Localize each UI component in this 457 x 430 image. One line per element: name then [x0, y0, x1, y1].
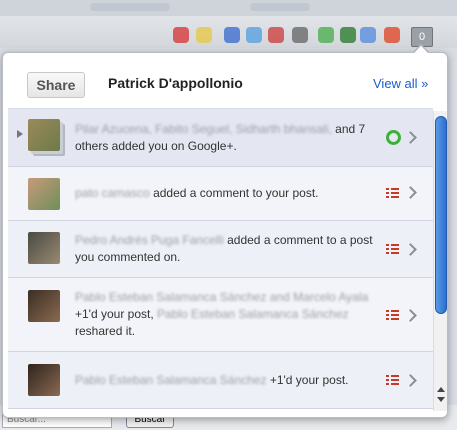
- notification-text: Pablo Esteban Salamanca Sánchez and Marc…: [75, 289, 373, 340]
- notification-text: Pilar Azucena, Fabito Seguel, Sidharth b…: [75, 121, 373, 155]
- extension-icon[interactable]: [360, 27, 376, 43]
- scrollbar-thumb[interactable]: [435, 116, 447, 314]
- notification-text: Pablo Esteban Salamanca Sánchez +1'd you…: [75, 372, 373, 389]
- extension-icon[interactable]: [268, 27, 284, 43]
- notification-message-secondary: reshared it.: [75, 324, 136, 338]
- view-all-link[interactable]: View all »: [373, 76, 428, 91]
- expand-caret-icon[interactable]: [17, 130, 23, 138]
- notification-list: Pilar Azucena, Fabito Seguel, Sidharth b…: [8, 108, 433, 417]
- avatar: [28, 232, 60, 264]
- blurred-tab: [250, 3, 310, 11]
- notification-actors: pato camasco: [75, 186, 150, 200]
- notification-row[interactable]: Pilar Azucena, Fabito Seguel, Sidharth b…: [8, 109, 433, 167]
- avatar: [28, 178, 60, 210]
- post-list-icon: [386, 310, 399, 321]
- notification-row[interactable]: Pablo Esteban Salamanca Sánchez and Marc…: [8, 278, 433, 352]
- popup-arrow-inner: [413, 46, 429, 54]
- extension-icon[interactable]: [384, 27, 400, 43]
- notification-actors: Pablo Esteban Salamanca Sánchez: [75, 373, 267, 387]
- notification-actors-secondary: Pablo Esteban Salamanca Sánchez: [157, 307, 349, 321]
- chevron-right-icon[interactable]: [404, 186, 417, 199]
- notification-text: pato camasco added a comment to your pos…: [75, 185, 373, 202]
- extension-icon[interactable]: [292, 27, 308, 43]
- notification-message: +1'd your post.: [269, 373, 349, 387]
- notification-message: added a comment to your post.: [153, 186, 319, 200]
- circle-add-icon: [386, 130, 401, 145]
- notification-row[interactable]: pato camasco added a comment to your pos…: [8, 167, 433, 221]
- post-list-icon: [386, 188, 399, 199]
- notification-row[interactable]: Pedro Andrés Puga Fancelli added a comme…: [8, 221, 433, 278]
- notification-actors: Pedro Andrés Puga Fancelli: [75, 233, 224, 247]
- extension-icon[interactable]: [340, 27, 356, 43]
- extension-icon[interactable]: [318, 27, 334, 43]
- extension-icon[interactable]: [246, 27, 262, 43]
- chevron-right-icon[interactable]: [404, 131, 417, 144]
- scroll-up-arrow-icon[interactable]: [437, 387, 445, 392]
- browser-tabstrip: [0, 0, 457, 16]
- extension-icon[interactable]: [196, 27, 212, 43]
- notifications-popup: Share Patrick D'appollonio View all » Pi…: [2, 52, 448, 418]
- notification-actors: Pilar Azucena, Fabito Seguel, Sidharth b…: [75, 122, 332, 136]
- notification-row[interactable]: Pablo Esteban Salamanca Sánchez +1'd you…: [8, 352, 433, 409]
- avatar: [28, 290, 60, 322]
- chevron-right-icon[interactable]: [404, 374, 417, 387]
- blurred-tab: [90, 3, 170, 11]
- extension-icon[interactable]: [173, 27, 189, 43]
- chevron-right-icon[interactable]: [404, 309, 417, 322]
- scroll-down-arrow-icon[interactable]: [437, 397, 445, 402]
- share-button[interactable]: Share: [27, 72, 85, 98]
- user-name: Patrick D'appollonio: [108, 75, 243, 91]
- extension-icon[interactable]: [224, 27, 240, 43]
- avatar: [28, 364, 60, 396]
- post-list-icon: [386, 375, 399, 386]
- avatar-stack: [28, 119, 60, 151]
- notification-message: +1'd your post,: [75, 307, 154, 321]
- chevron-right-icon[interactable]: [404, 243, 417, 256]
- notification-text: Pedro Andrés Puga Fancelli added a comme…: [75, 232, 373, 266]
- notification-actors: Pablo Esteban Salamanca Sánchez and Marc…: [75, 290, 369, 304]
- scrollbar[interactable]: [433, 111, 447, 411]
- post-list-icon: [386, 244, 399, 255]
